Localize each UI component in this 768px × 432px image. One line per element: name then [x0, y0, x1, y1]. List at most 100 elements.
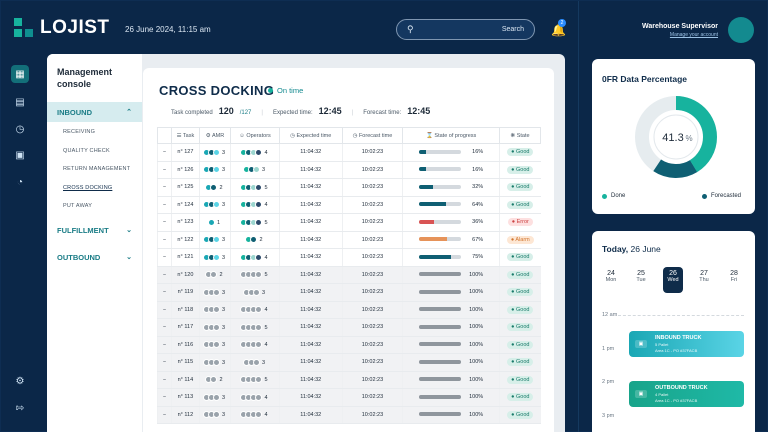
calendar-day[interactable]: 28 Fri — [725, 267, 743, 293]
truck-icon: ▣ — [635, 340, 647, 348]
event-outbound-truck[interactable]: ▣ OUTBOUND TRUCK 4 Pallet Area 1C - PO #… — [629, 381, 744, 407]
truck-icon[interactable]: ▣ — [11, 146, 29, 164]
column-header-state[interactable]: ❋ State — [499, 127, 541, 144]
table-row[interactable]: − n° 125 2 5 11:04:32 10:02:23 32% ● Good — [157, 178, 541, 197]
progress-bar — [419, 394, 462, 399]
row-expand-toggle[interactable]: − — [157, 283, 172, 302]
row-expand-toggle[interactable]: − — [157, 248, 172, 267]
row-expand-toggle[interactable]: − — [157, 266, 172, 284]
row-expand-toggle[interactable]: − — [157, 318, 172, 337]
row-expand-toggle[interactable]: − — [157, 371, 172, 389]
nav-item-cross-docking[interactable]: CROSS DOCKING — [63, 185, 112, 191]
calendar-day[interactable]: 24 Mon — [602, 267, 620, 293]
event-inbound-truck[interactable]: ▣ INBOUND TRUCK 5 Pallet Area 1C - PO #3… — [629, 331, 744, 357]
forecast-time-cell: 10:02:23 — [341, 143, 403, 162]
table-row[interactable]: − n° 126 3 3 11:04:32 10:02:23 16% ● Good — [157, 161, 541, 179]
table-row[interactable]: − n° 114 2 5 11:04:32 10:02:23 100% ● Good — [157, 371, 541, 389]
expected-time-cell: 11:04:32 — [278, 388, 343, 407]
nav-section-outbound[interactable]: OUTBOUND ⌄ — [47, 247, 142, 267]
avatar — [210, 271, 218, 279]
row-expand-toggle[interactable]: − — [157, 231, 172, 249]
clock-icon[interactable]: ◷ — [11, 120, 29, 138]
row-expand-toggle[interactable]: − — [157, 178, 172, 197]
notification-bell-icon[interactable]: 🔔 2 — [551, 19, 566, 37]
calendar-day-today[interactable]: 26 Wed — [663, 267, 683, 293]
notification-badge: 2 — [558, 19, 566, 27]
column-header-forecast-time[interactable]: ◷ Forecast time — [341, 127, 404, 144]
column-header-expected-time[interactable]: ◷ Expected time — [278, 127, 343, 144]
avatar-stack — [240, 218, 263, 226]
operators-count: 4 — [264, 394, 268, 401]
row-expand-toggle[interactable]: − — [157, 196, 172, 214]
avatar — [255, 341, 263, 349]
table-row[interactable]: − n° 119 3 3 11:04:32 10:02:23 100% ● Good — [157, 283, 541, 302]
status-dot-icon — [268, 88, 273, 93]
column-header-operators[interactable]: ☺ Operators — [230, 127, 280, 144]
logout-icon[interactable]: ⇰ — [11, 399, 29, 417]
progress-cell: 67% — [402, 231, 500, 249]
progress-cell: 100% — [402, 283, 500, 302]
table-row[interactable]: − n° 124 3 4 11:04:32 10:02:23 64% ● Good — [157, 196, 541, 214]
nav-item-quality-check[interactable]: QUALITY CHECK — [63, 148, 110, 154]
table-row[interactable]: − n° 118 3 4 11:04:32 10:02:23 100% ● Good — [157, 301, 541, 319]
nav-item-return-management[interactable]: RETURN MANAGEMENT — [63, 166, 130, 172]
row-expand-toggle[interactable]: − — [157, 143, 172, 162]
avatar-stack — [240, 201, 263, 209]
search-input[interactable]: ⚲ Search — [396, 19, 535, 40]
table-row[interactable]: − n° 120 2 5 11:04:32 10:02:23 100% ● Good — [157, 266, 541, 284]
row-expand-toggle[interactable]: − — [157, 301, 172, 319]
row-expand-toggle[interactable]: − — [157, 388, 172, 407]
event-title: OUTBOUND TRUCK — [655, 385, 708, 391]
table-row[interactable]: − n° 123 1 5 11:04:32 10:02:23 36% ● Error — [157, 213, 541, 232]
row-expand-toggle[interactable]: − — [157, 336, 172, 354]
nav-section-inbound[interactable]: INBOUND ⌃ — [47, 102, 142, 122]
settings-gear-icon[interactable]: ⚙ — [11, 372, 29, 390]
table-row[interactable]: − n° 117 3 5 11:04:32 10:02:23 100% ● Good — [157, 318, 541, 337]
brand-name: LOJIST — [40, 17, 110, 38]
amr-count: 3 — [221, 359, 226, 366]
progress-bar-fill — [419, 394, 462, 399]
table-row[interactable]: − n° 127 3 4 11:04:32 10:02:23 16% ● Good — [157, 143, 541, 162]
progress-bar-fill — [419, 167, 426, 172]
operators-cell: 4 — [230, 336, 280, 354]
state-cell: ● Good — [499, 266, 541, 284]
forecast-time-cell: 10:02:23 — [341, 266, 403, 284]
column-header-state-of-progress[interactable]: ⌛ State of progress — [402, 127, 501, 144]
state-cell: ● Good — [499, 388, 541, 407]
row-expand-toggle[interactable]: − — [157, 161, 172, 179]
nav-section-fulfillment[interactable]: FULFILLMENT ⌄ — [47, 220, 142, 240]
amr-count: 3 — [221, 307, 226, 314]
avatar — [212, 358, 220, 366]
avatar — [255, 271, 263, 279]
inventory-icon[interactable]: ▤ — [11, 93, 29, 111]
truck-icon: ▣ — [635, 390, 647, 398]
icon-rail: ▦ ▤ ◷ ▣ ◔ ⚙ ⇰ — [1, 1, 47, 432]
column-header-amr[interactable]: ⚙ AMR — [198, 127, 232, 144]
nav-item-put-away[interactable]: PUT AWAY — [63, 203, 92, 209]
state-badge: ● Good — [507, 270, 534, 279]
column-header-task[interactable]: ☰ Task — [171, 127, 200, 144]
status-text: On time — [277, 86, 304, 95]
dashboard-icon[interactable]: ▦ — [11, 65, 29, 83]
table-row[interactable]: − n° 116 3 4 11:04:32 10:02:23 100% ● Good — [157, 336, 541, 354]
state-badge: ● Good — [507, 183, 534, 192]
analytics-icon[interactable]: ◔ — [11, 173, 29, 191]
avatar — [255, 218, 263, 226]
nav-item-receiving[interactable]: RECEIVING — [63, 129, 95, 135]
calendar-day[interactable]: 25 Tue — [632, 267, 650, 293]
table-row[interactable]: − n° 122 3 2 11:04:32 10:02:23 67% ● Alarm — [157, 231, 541, 249]
table-row[interactable]: − n° 112 3 4 11:04:32 10:02:23 100% ● Good — [157, 406, 541, 424]
avatar[interactable] — [728, 17, 754, 43]
manage-account-link[interactable]: Manage your account — [621, 32, 718, 38]
row-expand-toggle[interactable]: − — [157, 353, 172, 372]
task-cell: n° 115 — [171, 353, 200, 372]
progress-value: 100% — [469, 359, 484, 366]
amr-count: 2 — [219, 272, 223, 279]
row-expand-toggle[interactable]: − — [157, 213, 172, 232]
table-row[interactable]: − n° 113 3 4 11:04:32 10:02:23 100% ● Good — [157, 388, 541, 407]
row-expand-toggle[interactable]: − — [157, 406, 172, 424]
table-row[interactable]: − n° 121 3 4 11:04:32 10:02:23 75% ● Good — [157, 248, 541, 267]
calendar-day[interactable]: 27 Thu — [695, 267, 713, 293]
table-row[interactable]: − n° 115 3 3 11:04:32 10:02:23 100% ● Good — [157, 353, 541, 372]
amr-cell: 3 — [198, 248, 231, 267]
